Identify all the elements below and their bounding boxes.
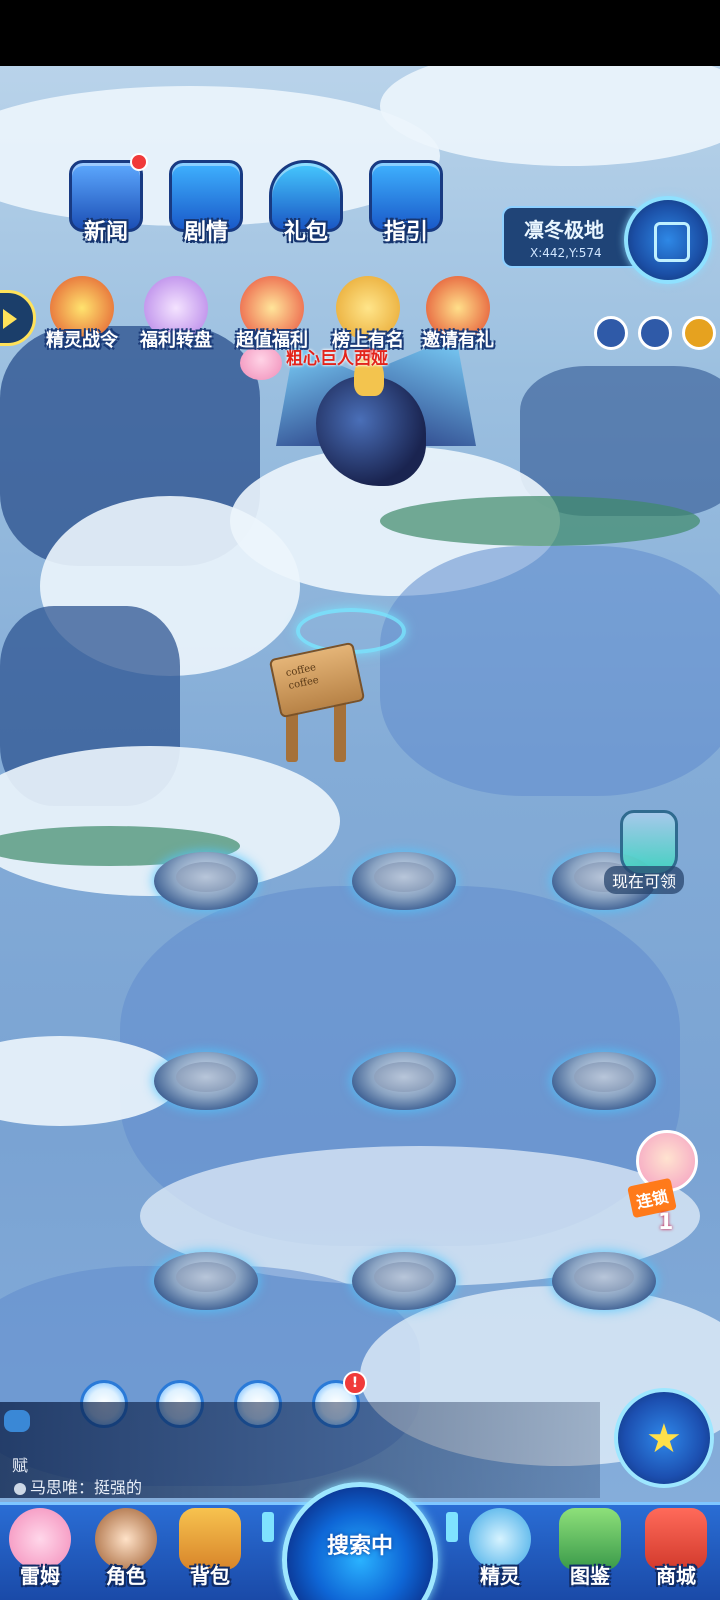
status-bar (0, 0, 720, 66)
combo-chain-button[interactable]: 连锁 1 (627, 1130, 710, 1240)
activity-battle-pass[interactable]: 精灵战令 (30, 276, 134, 352)
world-map-button[interactable] (624, 196, 712, 284)
speaker-icon (14, 1482, 26, 1495)
chat-message: 赋 (12, 1456, 29, 1475)
mask-icon[interactable] (638, 316, 672, 350)
nav-bag[interactable]: 背包 (170, 1508, 250, 1600)
search-label: 搜索中 (326, 1534, 393, 1559)
activity-value-deal[interactable]: 超值福利 (220, 276, 324, 352)
nav-label: 雷姆 (20, 1564, 60, 1588)
search-radar-button[interactable]: 搜索中 (274, 1476, 446, 1600)
radar-side-tab (446, 1512, 458, 1542)
menu-news[interactable]: 新闻 (60, 153, 152, 246)
chat-bubble-icon[interactable] (4, 1410, 30, 1432)
activity-leaderboard[interactable]: 榜上有名 (316, 276, 420, 352)
spawn-pad[interactable] (552, 1052, 656, 1110)
location-name: 凛冬极地 (524, 218, 604, 242)
activity-label: 邀请有礼 (422, 330, 494, 351)
menu-story-label: 剧情 (183, 220, 228, 245)
chat-message: 马思唯：挺强的 (14, 1474, 142, 1498)
spawn-pad[interactable] (352, 1052, 456, 1110)
nav-sprite[interactable]: 精灵 (460, 1508, 540, 1600)
menu-story[interactable]: 剧情 (160, 160, 252, 246)
chat-text: 马思唯：挺强的 (30, 1478, 143, 1497)
spawn-pad[interactable] (154, 1052, 258, 1110)
activity-label: 福利转盘 (140, 330, 212, 351)
menu-guide-label: 指引 (383, 220, 428, 245)
bottle-label: 现在可领 (604, 866, 685, 894)
free-bottle-reward[interactable]: 现在可领 (604, 810, 710, 894)
nav-label: 精灵 (480, 1564, 520, 1588)
cliff-rock (520, 366, 720, 516)
activity-label: 精灵战令 (46, 330, 118, 351)
spawn-pad[interactable] (552, 1252, 656, 1310)
spawn-pad[interactable] (352, 1252, 456, 1310)
spawn-pad[interactable] (352, 852, 456, 910)
wooden-signpost[interactable]: coffee coffee (268, 636, 366, 766)
nav-label: 商城 (656, 1564, 696, 1588)
sign-board: coffee coffee (268, 641, 366, 719)
map-pin-icon (654, 222, 690, 262)
nav-codex[interactable]: 图鉴 (550, 1508, 630, 1600)
menu-guide[interactable]: 指引 (360, 160, 452, 246)
combo-count: 1 (658, 1210, 674, 1235)
star-icon: ★ (646, 1416, 682, 1462)
voice-icon[interactable] (594, 316, 628, 350)
location-coords: X:442,Y:574 (530, 246, 602, 260)
notification-dot (130, 153, 148, 171)
list-menu-icon[interactable] (682, 316, 716, 350)
activity-lucky-wheel[interactable]: 福利转盘 (124, 276, 228, 352)
nav-label: 角色 (106, 1564, 146, 1588)
nav-leimu[interactable]: 雷姆 (0, 1508, 80, 1600)
activity-invite[interactable]: 邀请有礼 (406, 276, 510, 352)
menu-gift[interactable]: 礼包 (260, 160, 352, 246)
activity-label: 榜上有名 (332, 330, 404, 351)
activity-label: 超值福利 (236, 330, 308, 351)
spawn-pad[interactable] (154, 1252, 258, 1310)
star-skill-button[interactable]: ★ (614, 1388, 714, 1488)
spawn-pad[interactable] (154, 852, 258, 910)
nav-label: 图鉴 (570, 1564, 610, 1588)
radar-side-tab (262, 1512, 274, 1542)
ice-sheet (380, 546, 720, 796)
nav-label: 背包 (190, 1564, 230, 1588)
nav-shop[interactable]: 商城 (636, 1508, 716, 1600)
menu-gift-label: 礼包 (283, 220, 328, 245)
nav-role[interactable]: 角色 (86, 1508, 166, 1600)
location-panel: 凛冬极地 X:442,Y:574 (502, 206, 642, 268)
menu-news-label: 新闻 (83, 220, 128, 245)
